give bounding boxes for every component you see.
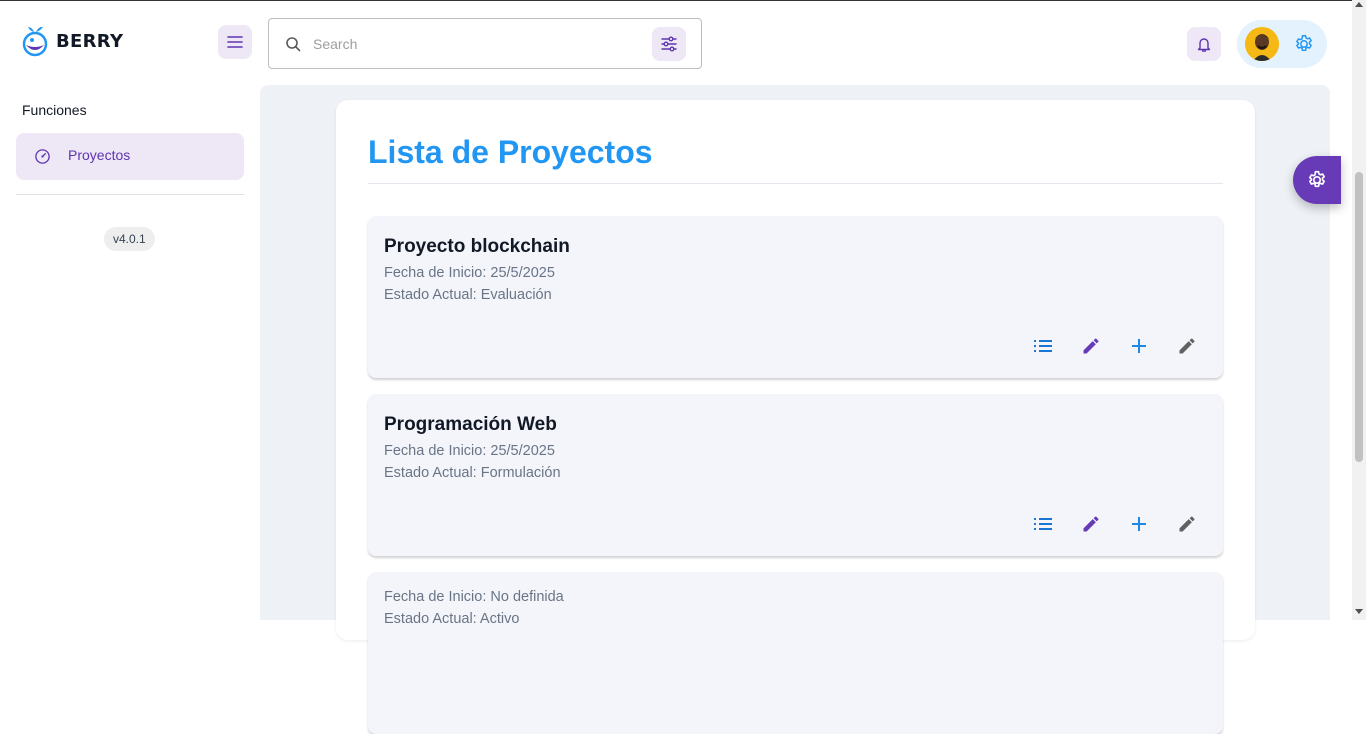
app-header: BERRY Search xyxy=(0,0,1352,85)
add-button[interactable] xyxy=(1127,334,1151,358)
project-start-date: Fecha de Inicio: No definida xyxy=(384,589,564,605)
user-avatar-icon xyxy=(1245,27,1279,61)
sidebar-item-proyectos[interactable]: Proyectos xyxy=(16,133,244,180)
version-chip: v4.0.1 xyxy=(104,227,155,251)
project-card: Fecha de Inicio: No definida Estado Actu… xyxy=(368,572,1223,734)
project-name: Proyecto blockchain xyxy=(384,236,570,257)
edit-button[interactable] xyxy=(1079,334,1103,358)
menu-icon xyxy=(227,36,243,48)
logo[interactable]: BERRY xyxy=(22,25,123,57)
search-placeholder: Search xyxy=(313,36,358,52)
search-filter-button[interactable] xyxy=(652,27,686,61)
project-status: Estado Actual: Evaluación xyxy=(384,287,552,303)
list-icon xyxy=(1034,340,1052,352)
pencil-icon xyxy=(1179,338,1195,354)
edit-alt-button[interactable] xyxy=(1175,512,1199,536)
plus-icon xyxy=(1132,517,1146,531)
list-button[interactable] xyxy=(1031,334,1055,358)
sidebar-divider xyxy=(16,194,244,195)
gear-icon xyxy=(1296,35,1312,52)
sidebar-item-label: Proyectos xyxy=(68,147,131,163)
edit-alt-button[interactable] xyxy=(1175,334,1199,358)
gear-icon xyxy=(1309,170,1325,188)
title-divider xyxy=(368,183,1223,184)
project-actions xyxy=(1007,334,1199,358)
sidebar-caption: Funciones xyxy=(22,102,87,118)
customization-fab[interactable] xyxy=(1293,156,1341,204)
adjustments-icon xyxy=(661,36,677,52)
page-scrollbar[interactable] xyxy=(1352,0,1366,620)
project-start-date: Fecha de Inicio: 25/5/2025 xyxy=(384,265,555,281)
add-button[interactable] xyxy=(1127,512,1151,536)
notifications-button[interactable] xyxy=(1187,27,1221,61)
project-status: Estado Actual: Activo xyxy=(384,611,520,627)
sidebar: Funciones Proyectos v4.0.1 xyxy=(0,85,260,620)
avatar xyxy=(1245,27,1279,61)
scroll-up-arrow[interactable] xyxy=(1355,2,1363,7)
project-start-date: Fecha de Inicio: 25/5/2025 xyxy=(384,443,555,459)
projects-card: Lista de Proyectos Proyecto blockchain F… xyxy=(336,100,1255,734)
bell-icon xyxy=(1197,38,1211,52)
page-title: Lista de Proyectos xyxy=(368,134,653,170)
pencil-icon xyxy=(1083,338,1099,354)
list-icon xyxy=(1034,518,1052,530)
scrollbar-thumb[interactable] xyxy=(1355,172,1363,462)
project-card: Proyecto blockchain Fecha de Inicio: 25/… xyxy=(368,216,1223,378)
search-input[interactable]: Search xyxy=(268,18,702,69)
menu-toggle-button[interactable] xyxy=(218,25,252,59)
project-name: Programación Web xyxy=(384,414,557,435)
project-status: Estado Actual: Formulación xyxy=(384,465,561,481)
dashboard-icon xyxy=(35,149,50,164)
project-actions xyxy=(1007,512,1199,536)
scroll-down-arrow[interactable] xyxy=(1355,609,1363,614)
list-button[interactable] xyxy=(1031,512,1055,536)
berry-logo-icon xyxy=(22,26,48,57)
plus-icon xyxy=(1132,339,1146,353)
profile-button[interactable] xyxy=(1237,20,1327,68)
pencil-icon xyxy=(1179,516,1195,532)
project-card: Programación Web Fecha de Inicio: 25/5/2… xyxy=(368,394,1223,556)
logo-text: BERRY xyxy=(56,30,124,52)
search-icon xyxy=(286,37,301,52)
pencil-icon xyxy=(1083,516,1099,532)
edit-button[interactable] xyxy=(1079,512,1103,536)
main-content: Lista de Proyectos Proyecto blockchain F… xyxy=(260,85,1330,734)
